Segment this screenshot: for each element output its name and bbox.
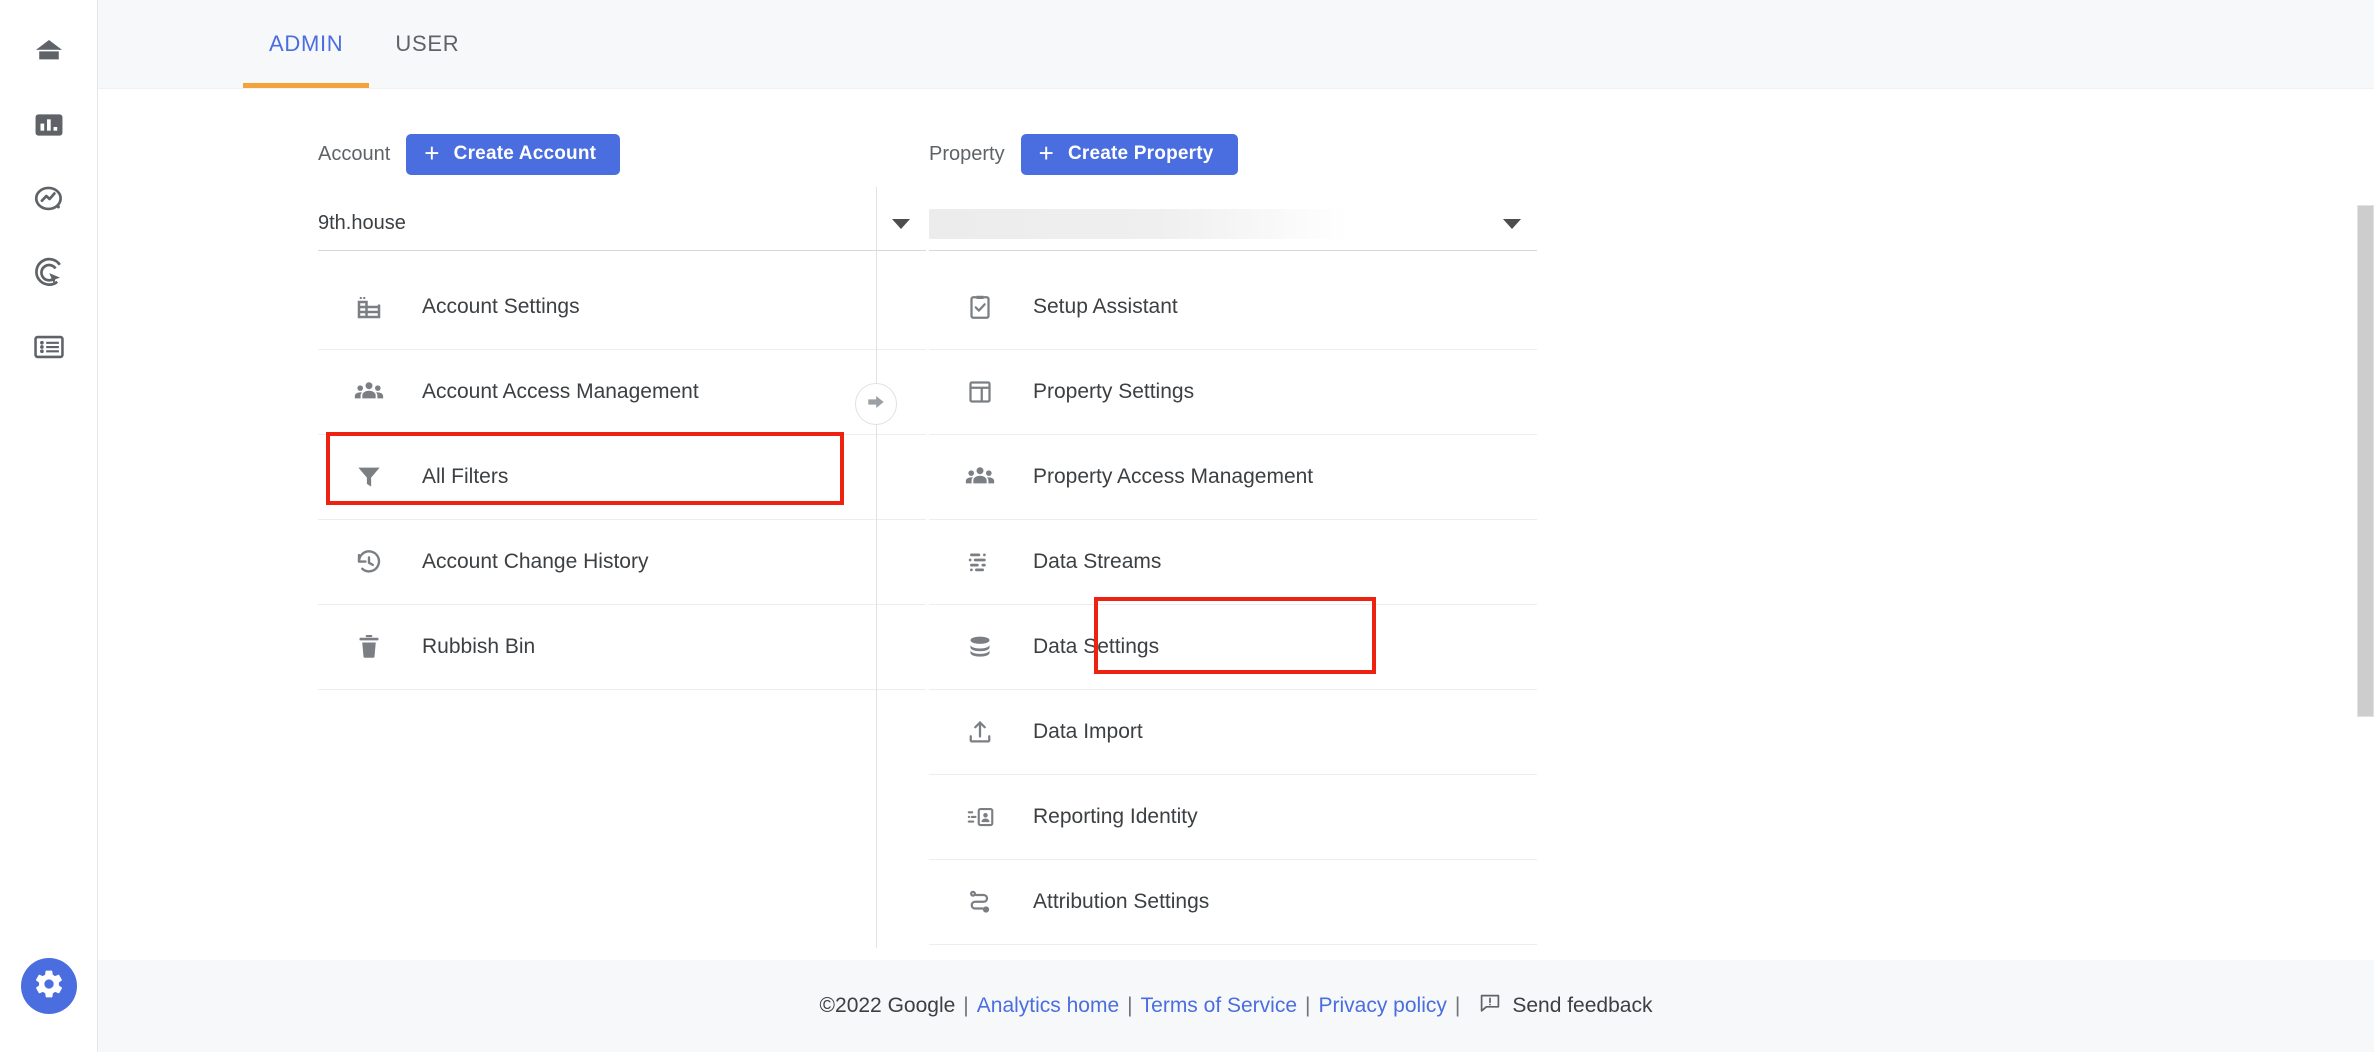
footer-link-privacy-policy[interactable]: Privacy policy: [1318, 994, 1446, 1018]
nav-reports-button[interactable]: [12, 88, 86, 162]
account-menu-item-all-filters[interactable]: All Filters: [318, 435, 926, 520]
tab-bar: ADMIN USER: [98, 0, 2374, 88]
tab-user-label: USER: [395, 31, 460, 56]
admin-columns: Account + Create Account 9th.house Accou…: [146, 89, 2374, 960]
data-streams-icon: [957, 547, 1003, 577]
send-feedback-label: Send feedback: [1512, 994, 1653, 1017]
vertical-scrollbar-thumb[interactable]: [2357, 205, 2374, 717]
building-icon: [346, 292, 392, 322]
footer-separator: |: [1305, 994, 1311, 1017]
chevron-down-icon: [1503, 218, 1521, 229]
create-account-button[interactable]: + Create Account: [406, 133, 621, 175]
reporting-identity-icon: [957, 802, 1003, 832]
account-menu-item-label: Rubbish Bin: [422, 635, 536, 658]
plus-icon: +: [1038, 138, 1054, 168]
list-icon: [32, 330, 66, 364]
create-property-button[interactable]: + Create Property: [1020, 133, 1238, 175]
arrow-right-circle-icon: [865, 391, 887, 418]
property-menu-item-data-settings[interactable]: Data Settings: [929, 605, 1537, 690]
account-select[interactable]: 9th.house: [318, 197, 926, 251]
admin-card: Account + Create Account 9th.house Accou…: [98, 88, 2374, 960]
property-menu-item-label: Attribution Settings: [1033, 890, 1210, 913]
property-select-value-redacted: [929, 208, 1349, 239]
page-body: ADMIN USER Account + Create Account 9th.…: [98, 0, 2374, 1052]
property-menu-item-label: Data Import: [1033, 720, 1143, 743]
layout-icon: [957, 377, 1003, 407]
send-feedback-button[interactable]: Send feedback: [1478, 991, 1652, 1021]
property-menu: Setup Assistant Property Settings Proper…: [929, 265, 1537, 945]
property-menu-item-label: Property Access Management: [1033, 465, 1314, 488]
property-menu-item-label: Property Settings: [1033, 380, 1195, 403]
property-menu-item-data-streams[interactable]: Data Streams: [929, 520, 1537, 605]
tab-admin-label: ADMIN: [269, 31, 344, 56]
property-label: Property: [929, 142, 1005, 165]
switch-account-property-button[interactable]: [855, 383, 897, 425]
tab-admin[interactable]: ADMIN: [243, 0, 370, 88]
clipboard-check-icon: [957, 292, 1003, 322]
tab-user[interactable]: USER: [369, 0, 485, 88]
account-menu-item-label: Account Change History: [422, 550, 649, 573]
account-menu-item-change-history[interactable]: Account Change History: [318, 520, 926, 605]
upload-icon: [957, 717, 1003, 747]
account-selector-header: Account + Create Account: [318, 133, 876, 175]
property-menu-item-label: Data Streams: [1033, 550, 1162, 573]
admin-page: ADMIN USER Account + Create Account 9th.…: [0, 0, 2374, 1052]
property-menu-item-label: Setup Assistant: [1033, 295, 1178, 318]
home-icon: [32, 34, 66, 68]
admin-fab-button[interactable]: [20, 958, 77, 1014]
nav-advertising-button[interactable]: [12, 236, 86, 310]
trash-icon: [346, 632, 392, 662]
property-menu-item-label: Data Settings: [1033, 635, 1160, 658]
property-menu-item-label: Reporting Identity: [1033, 805, 1198, 828]
footer-link-analytics-home[interactable]: Analytics home: [977, 994, 1119, 1018]
feedback-icon: [1478, 991, 1502, 1021]
account-menu-item-label: Account Settings: [422, 295, 580, 318]
account-menu: Account Settings Account Access Manageme…: [318, 265, 926, 690]
property-menu-item-reporting-identity[interactable]: Reporting Identity: [929, 775, 1537, 860]
bar-chart-icon: [32, 108, 66, 142]
attribution-icon: [957, 887, 1003, 917]
account-menu-item-rubbish-bin[interactable]: Rubbish Bin: [318, 605, 926, 690]
property-menu-item-data-import[interactable]: Data Import: [929, 690, 1537, 775]
property-menu-item-settings[interactable]: Property Settings: [929, 350, 1537, 435]
property-select[interactable]: [929, 197, 1537, 251]
nav-home-button[interactable]: [12, 14, 86, 88]
database-icon: [957, 632, 1003, 662]
funnel-icon: [346, 462, 392, 492]
account-select-value: 9th.house: [318, 212, 406, 234]
explore-icon: [32, 182, 66, 216]
property-menu-item-attribution-settings[interactable]: Attribution Settings: [929, 860, 1537, 945]
bullseye-icon: [32, 256, 66, 290]
footer: ©2022 Google | Analytics home | Terms of…: [98, 960, 2374, 1052]
property-menu-item-setup-assistant[interactable]: Setup Assistant: [929, 265, 1537, 350]
admin-card-inner: Account + Create Account 9th.house Accou…: [98, 89, 2374, 960]
footer-separator: |: [963, 994, 969, 1017]
create-account-label: Create Account: [453, 143, 597, 164]
account-menu-item-label: All Filters: [422, 465, 509, 488]
history-icon: [346, 547, 392, 577]
property-column: Property + Create Property Setup Assista…: [877, 89, 1607, 960]
left-nav-rail: [0, 0, 98, 1052]
people-icon: [346, 376, 392, 408]
account-label: Account: [318, 142, 391, 165]
account-menu-item-label: Account Access Management: [422, 380, 699, 403]
footer-copyright: ©2022 Google: [819, 994, 956, 1017]
nav-explore-button[interactable]: [12, 162, 86, 236]
account-menu-item-access-management[interactable]: Account Access Management: [318, 350, 926, 435]
create-property-label: Create Property: [1067, 143, 1214, 164]
property-selector-header: Property + Create Property: [929, 133, 1607, 175]
footer-separator: |: [1454, 994, 1461, 1017]
footer-link-terms-of-service[interactable]: Terms of Service: [1141, 994, 1297, 1018]
footer-separator: |: [1127, 994, 1133, 1017]
people-icon: [957, 461, 1003, 493]
account-column: Account + Create Account 9th.house Accou…: [146, 89, 926, 960]
nav-library-button[interactable]: [12, 310, 86, 384]
property-menu-item-access-management[interactable]: Property Access Management: [929, 435, 1537, 520]
account-menu-item-settings[interactable]: Account Settings: [318, 265, 926, 350]
plus-icon: +: [424, 138, 440, 168]
gear-icon: [33, 968, 65, 1005]
